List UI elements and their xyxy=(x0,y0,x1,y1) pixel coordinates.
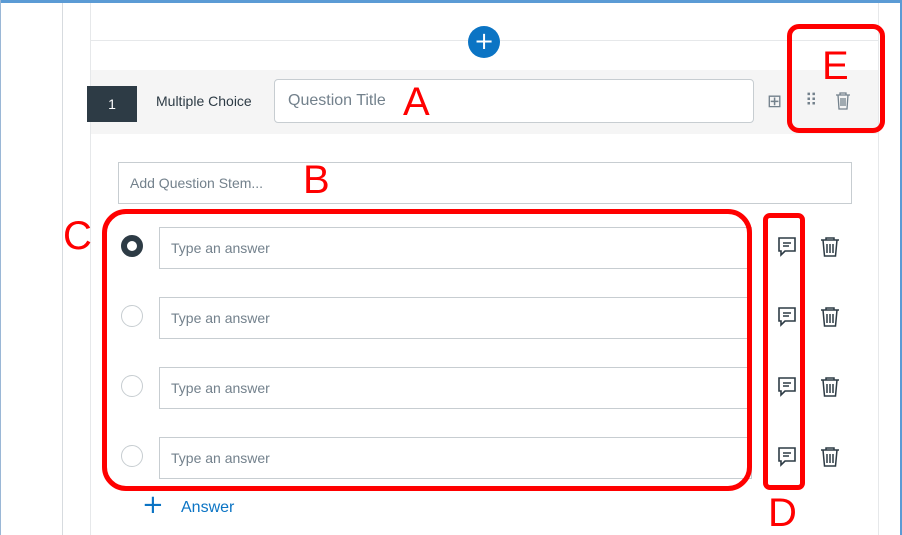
annotation-box-e xyxy=(787,24,885,133)
trash-icon[interactable] xyxy=(819,376,841,398)
annotation-box-c xyxy=(102,209,752,491)
annotation-letter-c: C xyxy=(63,214,92,258)
trash-icon[interactable] xyxy=(819,236,841,258)
question-type-label: Multiple Choice xyxy=(156,93,252,109)
trash-icon[interactable] xyxy=(819,306,841,328)
add-question-button[interactable]: + xyxy=(468,26,500,58)
question-title-input[interactable] xyxy=(274,79,754,123)
duplicate-icon[interactable]: ⊞ xyxy=(767,91,782,112)
window-left-border xyxy=(0,0,1,535)
window-top-border xyxy=(0,0,902,3)
question-stem-input[interactable] xyxy=(118,162,852,204)
trash-icon[interactable] xyxy=(819,446,841,468)
annotation-letter-a: A xyxy=(403,80,430,124)
plus-icon: + xyxy=(142,490,164,520)
annotation-letter-d: D xyxy=(768,491,797,535)
add-answer-label: Answer xyxy=(181,499,235,516)
left-margin-rule xyxy=(62,3,63,535)
question-number: 1 xyxy=(87,86,137,122)
annotation-box-d xyxy=(763,213,805,490)
annotation-letter-b: B xyxy=(303,158,330,202)
